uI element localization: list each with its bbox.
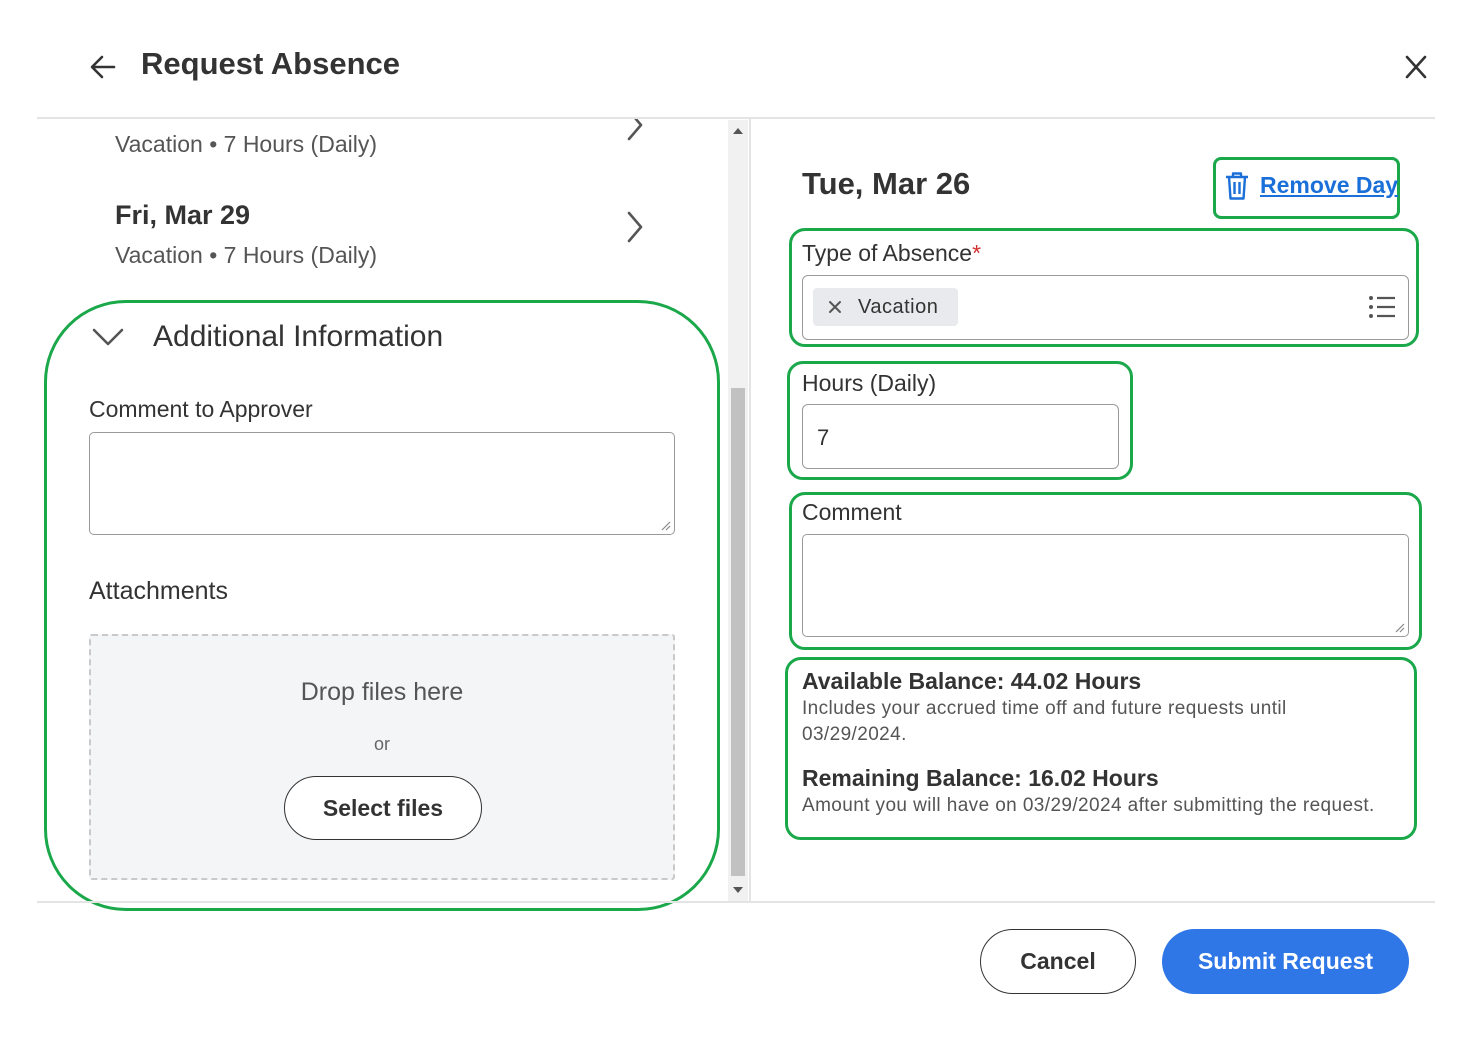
comment-to-approver-input[interactable] bbox=[89, 432, 675, 535]
comment-to-approver-label: Comment to Approver bbox=[89, 396, 313, 422]
section-title: Additional Information bbox=[153, 320, 444, 353]
chevron-right-icon bbox=[627, 211, 643, 243]
remove-day-link[interactable]: Remove Day bbox=[1260, 172, 1398, 199]
scroll-up-arrow-icon[interactable] bbox=[732, 126, 744, 136]
drop-files-text: Drop files here bbox=[300, 678, 464, 706]
additional-info-toggle[interactable]: Additional Information bbox=[88, 316, 488, 360]
scroll-down-arrow-icon[interactable] bbox=[732, 885, 744, 895]
submit-request-button[interactable]: Submit Request bbox=[1162, 929, 1409, 994]
back-button[interactable] bbox=[88, 50, 118, 84]
footer-divider bbox=[37, 901, 1435, 903]
panel-divider bbox=[749, 119, 751, 901]
available-balance-note: Includes your accrued time off and futur… bbox=[802, 698, 1287, 745]
hours-input[interactable]: 7 bbox=[802, 404, 1119, 469]
remove-chip-icon[interactable] bbox=[828, 300, 842, 314]
chip-label: Vacation bbox=[858, 296, 939, 318]
remaining-balance: Remaining Balance: 16.02 Hours bbox=[802, 765, 1159, 791]
remove-day-button[interactable]: Remove Day bbox=[1224, 170, 1398, 204]
list-menu-icon[interactable] bbox=[1368, 295, 1396, 319]
day-detail: Vacation • 7 Hours (Daily) bbox=[115, 242, 377, 268]
comment-input[interactable] bbox=[802, 534, 1409, 637]
select-files-button[interactable]: Select files bbox=[284, 776, 482, 840]
resize-grip-icon[interactable] bbox=[659, 519, 671, 531]
trash-icon bbox=[1226, 172, 1248, 200]
day-detail: Vacation • 7 Hours (Daily) bbox=[115, 131, 377, 157]
available-balance: Available Balance: 44.02 Hours bbox=[802, 668, 1142, 694]
comment-label: Comment bbox=[802, 499, 902, 525]
day-item[interactable]: Fri, Mar 29 Vacation • 7 Hours (Daily) bbox=[37, 189, 677, 279]
hours-label: Hours (Daily) bbox=[802, 370, 937, 396]
file-dropzone[interactable]: Drop files here or Select files bbox=[89, 634, 675, 880]
remaining-balance-note: Amount you will have on 03/29/2024 after… bbox=[802, 795, 1375, 816]
selected-absence-chip: Vacation bbox=[813, 288, 958, 326]
type-of-absence-field[interactable]: Vacation bbox=[802, 275, 1409, 340]
type-of-absence-label: Type of Absence* bbox=[802, 240, 982, 266]
chevron-right-icon bbox=[627, 119, 643, 141]
selected-day-title: Tue, Mar 26 bbox=[802, 166, 971, 201]
day-item[interactable]: Vacation • 7 Hours (Daily) bbox=[37, 119, 677, 169]
day-date: Fri, Mar 29 bbox=[115, 200, 251, 230]
attachments-label: Attachments bbox=[89, 577, 228, 605]
required-indicator: * bbox=[972, 240, 982, 266]
or-text: or bbox=[373, 734, 390, 754]
resize-grip-icon[interactable] bbox=[1393, 621, 1405, 633]
scrollbar-thumb[interactable] bbox=[731, 388, 745, 876]
cancel-button[interactable]: Cancel bbox=[980, 929, 1136, 994]
arrow-left-icon bbox=[90, 55, 116, 79]
chevron-down-icon bbox=[92, 328, 124, 346]
close-button[interactable] bbox=[1400, 50, 1432, 84]
hours-value: 7 bbox=[817, 425, 830, 450]
close-icon bbox=[1405, 55, 1427, 79]
page-title: Request Absence bbox=[141, 46, 400, 81]
